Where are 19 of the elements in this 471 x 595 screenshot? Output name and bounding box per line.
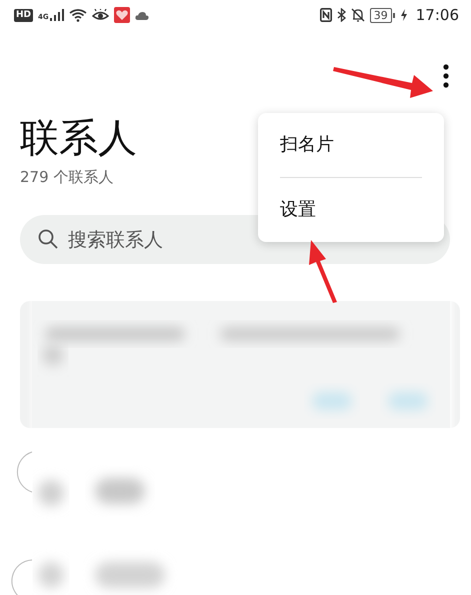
bluetooth-icon <box>336 8 346 22</box>
page-title: 联系人 <box>20 115 137 163</box>
clock-time: 17:06 <box>416 6 459 24</box>
app-heart-icon <box>114 7 130 23</box>
more-menu-icon[interactable] <box>443 64 449 88</box>
search-icon <box>38 229 58 249</box>
cloud-icon <box>134 10 149 20</box>
hd-badge: HD <box>14 8 34 22</box>
annotation-arrow <box>309 240 337 303</box>
bell-off-icon <box>350 8 365 22</box>
menu-item[interactable]: 扫名片 <box>280 113 422 177</box>
nfc-icon <box>320 8 332 22</box>
eye-icon <box>92 8 109 22</box>
menu-item[interactable]: 设置 <box>280 177 422 242</box>
signal-icon <box>50 9 64 21</box>
wifi-icon <box>68 8 87 22</box>
charging-icon <box>400 9 408 21</box>
battery-level: 39 <box>370 8 392 22</box>
contact-count: 279 个联系人 <box>20 167 114 187</box>
